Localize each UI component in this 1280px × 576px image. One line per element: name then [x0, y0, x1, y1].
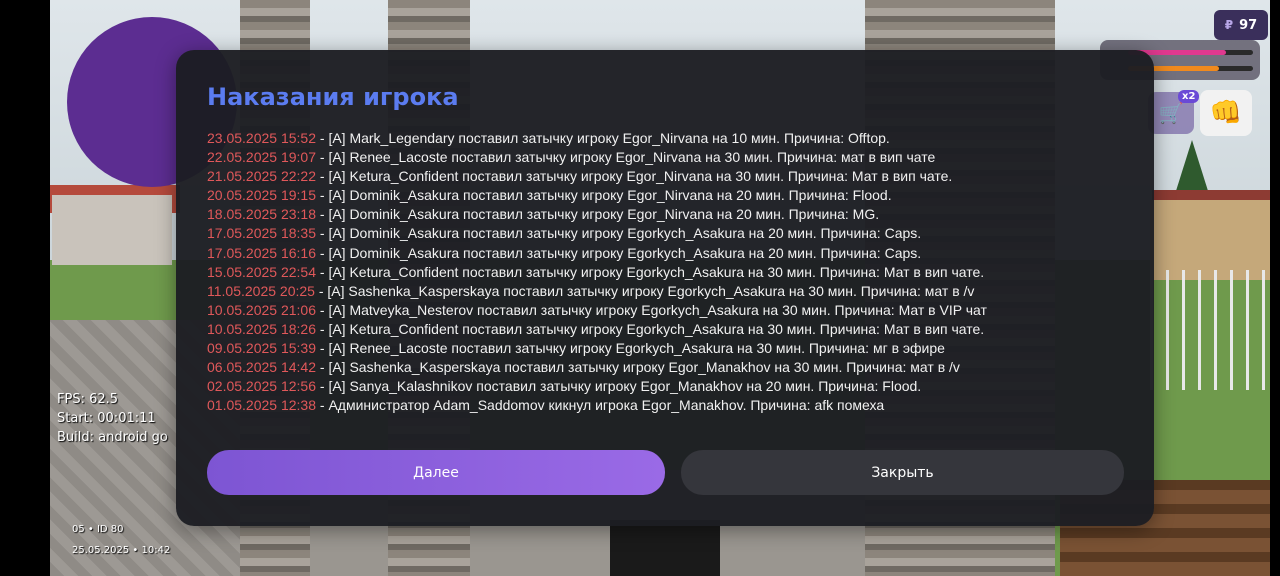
cart-icon: 🛒 — [1158, 101, 1184, 125]
log-entry-date: 17.05.2025 18:35 — [207, 225, 316, 242]
log-entry-date: 21.05.2025 22:22 — [207, 168, 316, 185]
log-entry-date: 01.05.2025 12:38 — [207, 397, 316, 414]
house — [1150, 200, 1270, 280]
log-entry-date: 18.05.2025 23:18 — [207, 206, 316, 223]
log-entry: 23.05.2025 15:52 - [A] Mark_Legendary по… — [207, 129, 1147, 148]
log-entry: 10.05.2025 18:26 - [A] Ketura_Confident … — [207, 320, 1147, 339]
fence — [1150, 270, 1270, 390]
log-entry-text: - [A] Dominik_Asakura поставил затычку и… — [316, 187, 892, 204]
log-entry-date: 10.05.2025 18:26 — [207, 320, 316, 337]
log-entry: 01.05.2025 12:38 - Администратор Adam_Sa… — [207, 396, 1147, 415]
log-entry-date: 23.05.2025 15:52 — [207, 130, 316, 146]
log-entry-date: 06.05.2025 14:42 — [207, 359, 316, 376]
fist-weapon-button[interactable]: 👊 — [1200, 90, 1252, 136]
log-entry-text: - [A] Matveyka_Nesterov поставил затычку… — [316, 301, 987, 318]
multiplier-badge: x2 — [1178, 90, 1200, 103]
money-display: ₽ 97 — [1214, 10, 1268, 40]
log-entry-text: - [A] Dominik_Asakura поставил затычку и… — [316, 225, 922, 242]
log-entry-text: - [A] Sanya_Kalashnikov поставил затычку… — [316, 378, 922, 395]
log-entry-text: - [A] Ketura_Confident поставил затычку … — [316, 263, 985, 280]
player-character — [610, 520, 720, 576]
log-entry-date: 10.05.2025 21:06 — [207, 301, 316, 318]
log-entry-text: - [A] Dominik_Asakura поставил затычку и… — [316, 244, 922, 261]
debug-stats: FPS: 62.5 Start: 00:01:11 Build: android… — [57, 390, 168, 447]
log-entry-date: 17.05.2025 16:16 — [207, 244, 316, 261]
log-entry: 17.05.2025 18:35 - [A] Dominik_Asakura п… — [207, 224, 1147, 243]
log-entry-date: 20.05.2025 19:15 — [207, 187, 316, 204]
money-value: 97 — [1239, 17, 1258, 33]
log-entry-text: - [A] Ketura_Confident поставил затычку … — [316, 168, 953, 185]
fps-readout: FPS: 62.5 — [57, 392, 119, 407]
log-entry-date: 15.05.2025 22:54 — [207, 263, 316, 280]
log-entry: 11.05.2025 20:25 - [A] Sashenka_Kaspersk… — [207, 282, 1147, 301]
close-button[interactable]: Закрыть — [681, 450, 1124, 495]
screen-letterbox — [1270, 0, 1280, 576]
screen-letterbox — [0, 0, 50, 576]
log-entry-text: - [A] Renee_Lacoste поставил затычку игр… — [316, 149, 936, 166]
fist-icon: 👊 — [1209, 98, 1243, 128]
log-entry-text: - [A] Ketura_Confident поставил затычку … — [316, 320, 985, 337]
house — [52, 195, 172, 265]
build-readout: Build: android go — [57, 430, 168, 445]
punishments-dialog: Наказания игрока 23.05.2025 15:52 - [A] … — [176, 50, 1154, 526]
log-entry-text: - [A] Sashenka_Kasperskaya поставил заты… — [314, 282, 975, 299]
date-time: 25.05.2025 • 10:42 — [72, 545, 171, 556]
log-entry: 18.05.2025 23:18 - [A] Dominik_Asakura п… — [207, 205, 1147, 224]
log-entry: 06.05.2025 14:42 - [A] Sashenka_Kaspersk… — [207, 358, 1147, 377]
log-entry-text: - [A] Renee_Lacoste поставил затычку игр… — [316, 340, 945, 357]
log-entry-text: - [A] Dominik_Asakura поставил затычку и… — [316, 206, 880, 223]
log-entry: 21.05.2025 22:22 - [A] Ketura_Confident … — [207, 167, 1147, 186]
log-entry-text: - Администратор Adam_Saddomov кикнул игр… — [316, 397, 885, 414]
log-entry-date: 09.05.2025 15:39 — [207, 340, 316, 357]
log-entry-text: - [A] Mark_Legendary поставил затычку иг… — [316, 130, 890, 146]
log-entry: 10.05.2025 21:06 - [A] Matveyka_Nesterov… — [207, 301, 1147, 320]
dialog-title: Наказания игрока — [207, 83, 459, 111]
footer-info: 05 • ID 80 25.05.2025 • 10:42 — [72, 519, 170, 561]
log-entry-text: - [A] Sashenka_Kasperskaya поставил заты… — [316, 359, 960, 376]
log-entry: 15.05.2025 22:54 - [A] Ketura_Confident … — [207, 263, 1147, 282]
log-entry: 20.05.2025 19:15 - [A] Dominik_Asakura п… — [207, 186, 1147, 205]
log-entry-date: 11.05.2025 20:25 — [207, 282, 315, 299]
start-time-readout: Start: 00:01:11 — [57, 411, 156, 426]
punishment-log: 23.05.2025 15:52 - [A] Mark_Legendary по… — [207, 129, 1147, 415]
log-entry-date: 02.05.2025 12:56 — [207, 378, 316, 395]
log-entry: 17.05.2025 16:16 - [A] Dominik_Asakura п… — [207, 244, 1147, 263]
server-id: 05 • ID 80 — [72, 524, 124, 535]
ruble-icon: ₽ — [1224, 18, 1234, 32]
log-entry-date: 22.05.2025 19:07 — [207, 149, 316, 166]
next-button[interactable]: Далее — [207, 450, 665, 495]
log-entry: 22.05.2025 19:07 - [A] Renee_Lacoste пос… — [207, 148, 1147, 167]
log-entry: 02.05.2025 12:56 - [A] Sanya_Kalashnikov… — [207, 377, 1147, 396]
log-entry: 09.05.2025 15:39 - [A] Renee_Lacoste пос… — [207, 339, 1147, 358]
